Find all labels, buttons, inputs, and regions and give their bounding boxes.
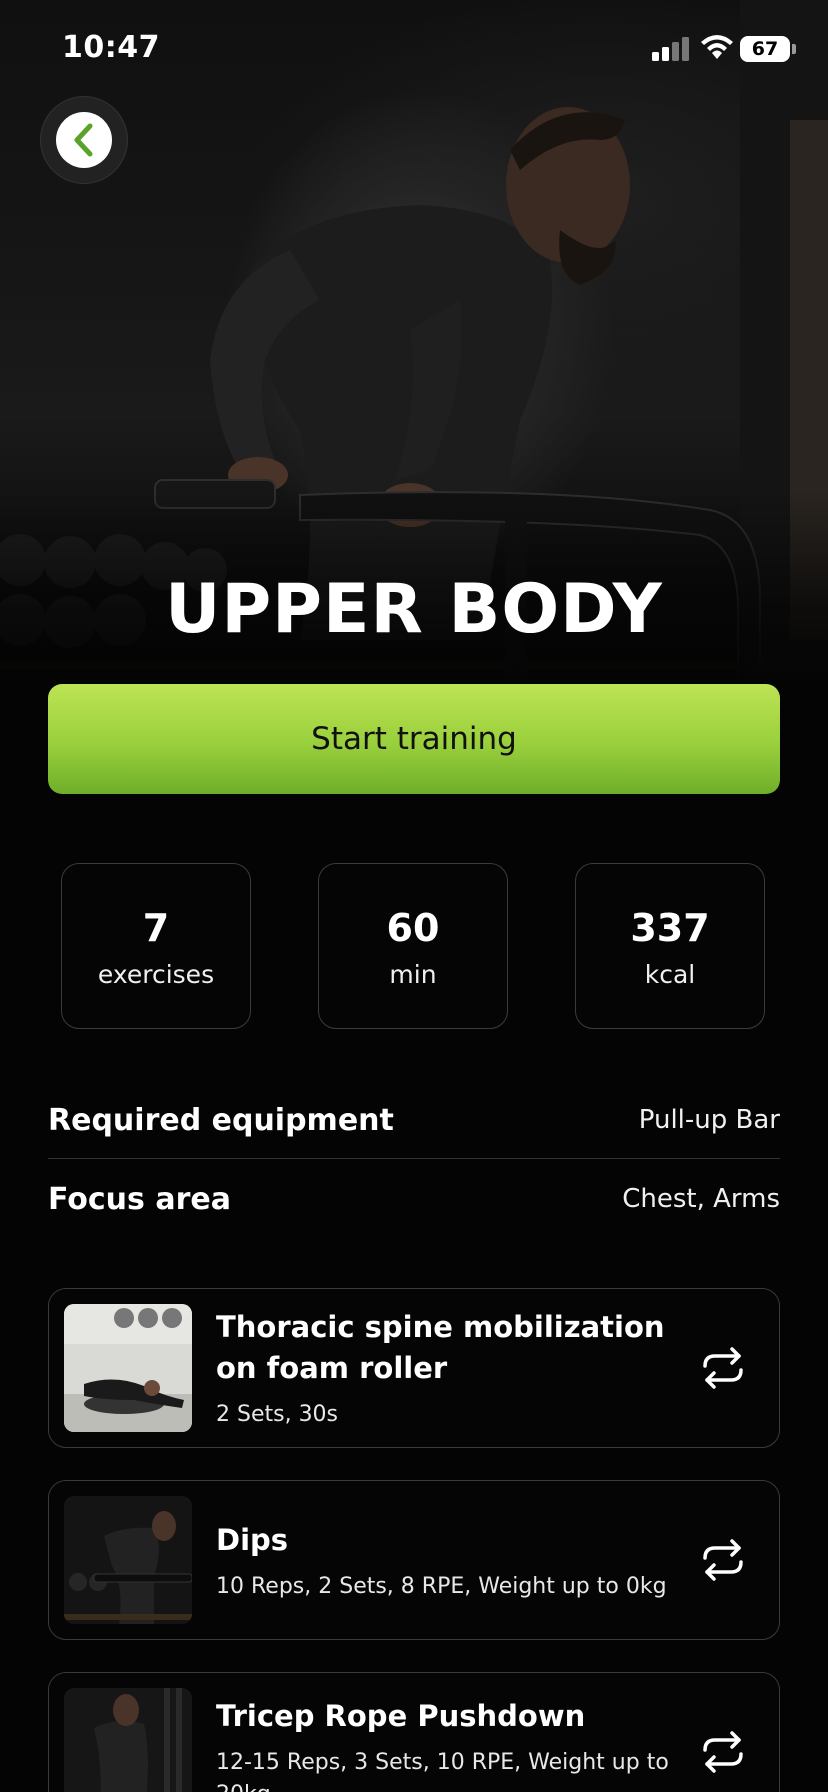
required-equipment-row: Required equipment Pull-up Bar (48, 1090, 780, 1150)
back-button[interactable] (40, 96, 128, 184)
stat-label: min (389, 960, 437, 989)
stat-value: 60 (386, 906, 440, 950)
exercise-text: Dips 10 Reps, 2 Sets, 8 RPE, Weight up t… (216, 1481, 676, 1641)
exercise-text: Thoracic spine mobilization on foam roll… (216, 1289, 676, 1449)
focus-area-value: Chest, Arms (622, 1184, 780, 1214)
stat-value: 337 (630, 906, 710, 950)
exercise-detail: 10 Reps, 2 Sets, 8 RPE, Weight up to 0kg (216, 1573, 667, 1599)
workout-title: UPPER BODY (165, 570, 663, 649)
focus-area-row: Focus area Chest, Arms (48, 1169, 780, 1229)
signal-icon (652, 37, 689, 61)
exercise-title: Dips (216, 1522, 289, 1557)
swap-icon[interactable] (699, 1538, 747, 1582)
battery-cap (792, 44, 796, 54)
stat-label: kcal (644, 960, 696, 989)
required-equipment-value: Pull-up Bar (638, 1105, 780, 1135)
exercise-card[interactable]: Dips 10 Reps, 2 Sets, 8 RPE, Weight up t… (48, 1480, 780, 1640)
exercise-card[interactable]: Thoracic spine mobilization on foam roll… (48, 1288, 780, 1448)
exercise-text: Tricep Rope Pushdown 12-15 Reps, 3 Sets,… (216, 1673, 676, 1792)
exercise-thumbnail (64, 1304, 192, 1432)
required-equipment-label: Required equipment (48, 1102, 394, 1138)
start-training-button[interactable]: Start training (48, 684, 780, 794)
swap-icon[interactable] (699, 1346, 747, 1390)
exercise-title: Thoracic spine mobilization on foam roll… (216, 1310, 665, 1385)
exercise-detail: 2 Sets, 30s (216, 1402, 339, 1427)
focus-area-label: Focus area (48, 1181, 231, 1217)
back-arrow-icon (74, 123, 93, 157)
stat-label: exercises (97, 960, 215, 989)
stat-value: 7 (142, 906, 170, 950)
status-bar: 10:47 67 (0, 0, 828, 100)
status-time: 10:47 (62, 30, 160, 65)
stat-duration: 60 min (318, 863, 508, 1029)
swap-icon[interactable] (699, 1730, 747, 1774)
exercise-thumbnail (64, 1496, 192, 1624)
divider (48, 1158, 780, 1159)
workout-detail-screen: 10:47 67 UPPER BODY Start training 7 exe… (0, 0, 828, 1792)
wifi-icon (701, 35, 733, 59)
exercise-detail: 12-15 Reps, 3 Sets, 10 RPE, Weight up to… (216, 1749, 669, 1792)
back-button-circle (56, 112, 112, 168)
exercise-card[interactable]: Tricep Rope Pushdown 12-15 Reps, 3 Sets,… (48, 1672, 780, 1792)
battery-icon: 67 (740, 36, 790, 62)
stat-exercises: 7 exercises (61, 863, 251, 1029)
exercise-title: Tricep Rope Pushdown (216, 1698, 586, 1733)
stat-calories: 337 kcal (575, 863, 765, 1029)
exercise-thumbnail (64, 1688, 192, 1792)
